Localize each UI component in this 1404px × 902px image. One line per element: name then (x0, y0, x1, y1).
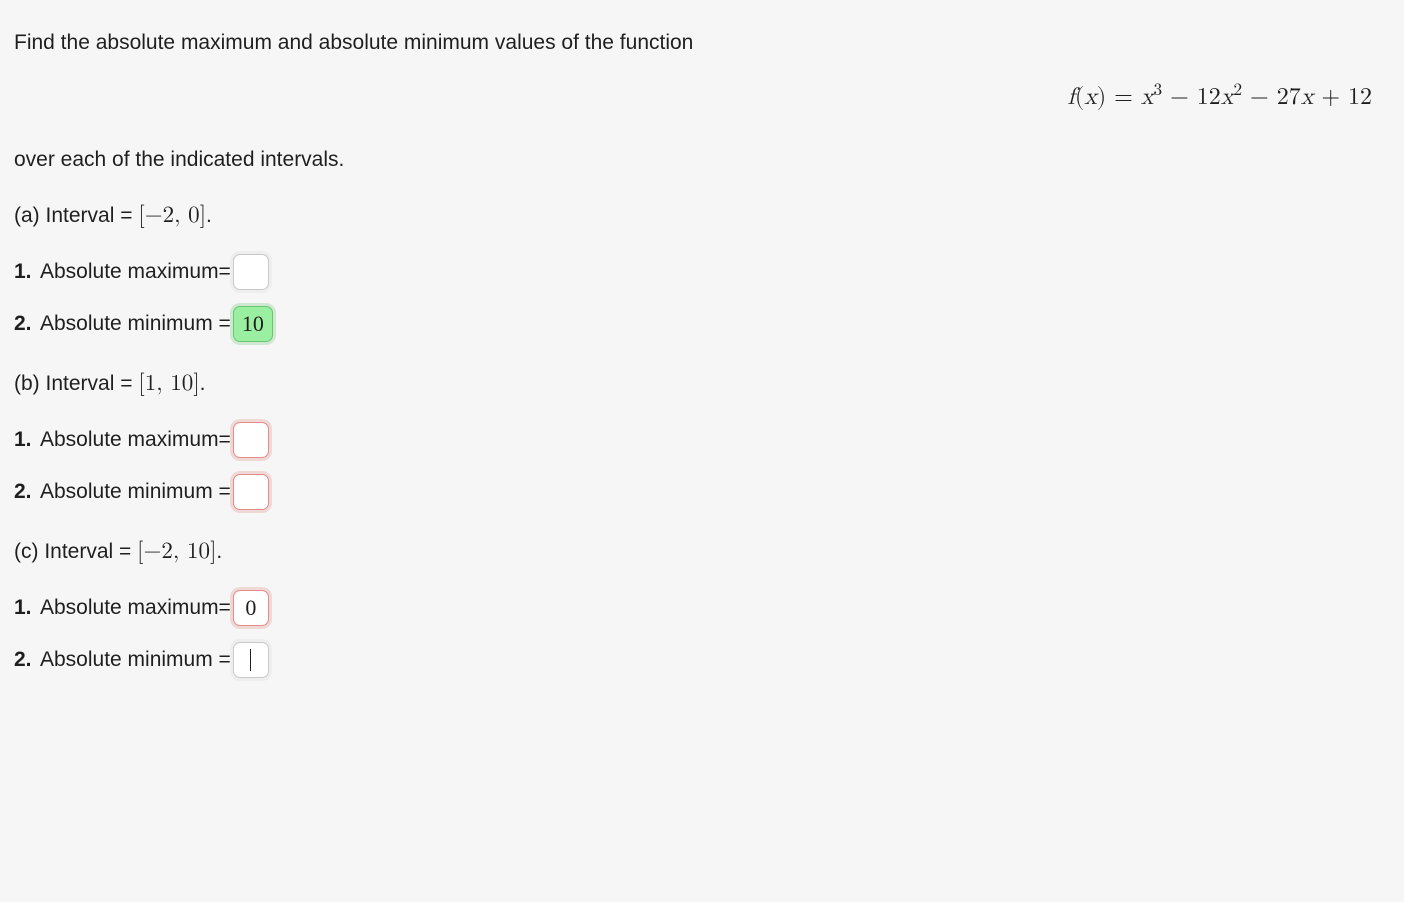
part-c-min-input[interactable] (233, 642, 269, 678)
part-a-max-input[interactable] (233, 254, 269, 290)
list-number-2: 2. (14, 312, 40, 336)
question-page: Find the absolute maximum and absolute m… (0, 0, 1404, 708)
list-number-1: 1. (14, 596, 40, 620)
part-a-max-label: Absolute maximum= (40, 260, 231, 284)
prompt-line-1: Find the absolute maximum and absolute m… (14, 28, 1390, 57)
part-a-max-row: 1. Absolute maximum= (14, 254, 1390, 290)
part-c-interval: [−2, 10] (137, 540, 216, 563)
list-number-1: 1. (14, 260, 40, 284)
part-b-label: (b) Interval = [1, 10]. (14, 370, 1390, 398)
part-c-period: . (216, 540, 222, 563)
part-a-min-label: Absolute minimum = (40, 312, 231, 336)
part-a-interval: [−2, 0] (138, 204, 206, 227)
part-a-prefix: (a) Interval = (14, 204, 138, 227)
part-c-min-label: Absolute minimum = (40, 648, 231, 672)
list-number-2: 2. (14, 648, 40, 672)
part-a-min-input[interactable]: 10 (233, 306, 273, 342)
part-b-max-input[interactable] (233, 422, 269, 458)
list-number-2: 2. (14, 480, 40, 504)
part-b-interval: [1, 10] (138, 372, 199, 395)
part-c-max-input[interactable]: 0 (233, 590, 269, 626)
part-a-period: . (206, 204, 212, 227)
part-b-period: . (200, 372, 206, 395)
part-c-min-row: 2. Absolute minimum = (14, 642, 1390, 678)
part-a-min-row: 2. Absolute minimum = 10 (14, 306, 1390, 342)
part-c-label: (c) Interval = [−2, 10]. (14, 538, 1390, 566)
part-c-max-label: Absolute maximum= (40, 596, 231, 620)
part-c-max-row: 1. Absolute maximum= 0 (14, 590, 1390, 626)
part-b-prefix: (b) Interval = (14, 372, 138, 395)
part-b-min-row: 2. Absolute minimum = (14, 474, 1390, 510)
part-b-max-row: 1. Absolute maximum= (14, 422, 1390, 458)
prompt-line-2: over each of the indicated intervals. (14, 148, 1390, 172)
part-c-prefix: (c) Interval = (14, 540, 137, 563)
function-equation: f(x) = x3 − 12x2 − 27x + 12 (14, 81, 1390, 112)
part-b-min-input[interactable] (233, 474, 269, 510)
part-b-max-label: Absolute maximum= (40, 428, 231, 452)
list-number-1: 1. (14, 428, 40, 452)
part-a-label: (a) Interval = [−2, 0]. (14, 202, 1390, 230)
part-b-min-label: Absolute minimum = (40, 480, 231, 504)
text-cursor-icon (250, 649, 251, 671)
